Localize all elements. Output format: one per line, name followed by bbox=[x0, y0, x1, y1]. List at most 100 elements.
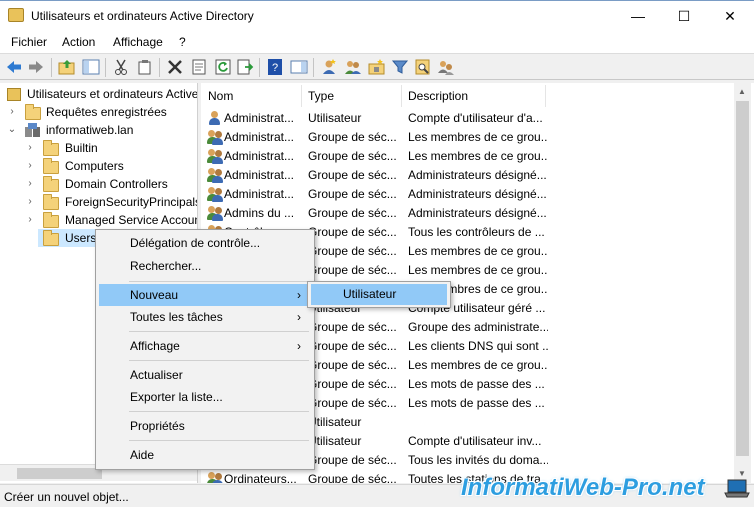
column-header-description[interactable]: Description bbox=[402, 85, 546, 107]
ctx-export[interactable]: Exporter la liste... bbox=[99, 386, 311, 408]
ctx-search[interactable]: Rechercher... bbox=[99, 255, 311, 277]
chevron-down-icon[interactable]: ⌄ bbox=[7, 125, 17, 135]
menu-affichage[interactable]: Affichage bbox=[113, 35, 163, 49]
menu-fichier[interactable]: Fichier bbox=[11, 35, 47, 49]
cell-description: Les membres de ce grou... bbox=[408, 244, 548, 258]
tree-item-managed-service-accounts[interactable]: › Managed Service Accounts bbox=[5, 211, 197, 229]
delete-icon[interactable] bbox=[166, 58, 184, 76]
folder-icon bbox=[43, 212, 59, 228]
context-menu: Délégation de contrôle... Rechercher... … bbox=[95, 229, 315, 470]
menu-help[interactable]: ? bbox=[179, 35, 186, 49]
tree-item-builtin[interactable]: › Builtin bbox=[5, 139, 195, 157]
table-row[interactable]: Administrat... Groupe de séc... Administra… bbox=[201, 185, 746, 204]
tree-label: Managed Service Accounts bbox=[65, 213, 197, 227]
back-arrow-icon[interactable] bbox=[5, 58, 23, 76]
tree-root[interactable]: Utilisateurs et ordinateurs Active Direc… bbox=[5, 85, 197, 103]
chevron-right-icon: › bbox=[297, 288, 301, 302]
table-row[interactable]: Admins du ... Groupe de séc... Administrat… bbox=[201, 204, 746, 223]
watermark-logo: InformatiWeb-Pro.net bbox=[461, 474, 705, 501]
list-vertical-scrollbar[interactable]: ▲ ▼ bbox=[734, 83, 751, 483]
table-row[interactable]: Administrat... Groupe de séc... Les membre… bbox=[201, 128, 746, 147]
tree-item-foreign-security-principals[interactable]: › ForeignSecurityPrincipals bbox=[5, 193, 197, 211]
forward-arrow-icon[interactable] bbox=[27, 58, 45, 76]
cell-description: Tous les contrôleurs de ... bbox=[408, 225, 545, 239]
laptop-logo-icon bbox=[724, 479, 750, 498]
ctx-all-tasks[interactable]: Toutes les tâches › bbox=[99, 306, 311, 328]
svg-text:?: ? bbox=[272, 62, 278, 74]
scrollbar-thumb[interactable] bbox=[17, 468, 102, 479]
ctx-new[interactable]: Nouveau › bbox=[99, 284, 311, 306]
window-title: Utilisateurs et ordinateurs Active Direc… bbox=[31, 9, 254, 23]
new-user-icon[interactable] bbox=[320, 58, 338, 76]
submenu-new-user[interactable]: Utilisateur bbox=[311, 284, 447, 305]
group-icon bbox=[207, 206, 223, 221]
cell-description: Les membres de ce grou... bbox=[408, 263, 548, 277]
maximize-button[interactable]: ☐ bbox=[661, 1, 707, 31]
menu-action[interactable]: Action bbox=[62, 35, 95, 49]
cell-name: Administrat... bbox=[224, 130, 295, 144]
folder-icon bbox=[43, 194, 59, 210]
cell-type: Groupe de séc... bbox=[308, 377, 396, 391]
ctx-properties[interactable]: Propriétés bbox=[99, 415, 311, 437]
column-header-name[interactable]: Nom bbox=[202, 85, 302, 107]
cell-description: Groupe des administrate... bbox=[408, 320, 548, 334]
close-button[interactable]: ✕ bbox=[707, 1, 753, 31]
help-icon[interactable]: ? bbox=[266, 58, 284, 76]
table-row[interactable]: Administrat... Utilisateur Compte d'utilis… bbox=[201, 109, 746, 128]
cell-type: Utilisateur bbox=[308, 111, 362, 125]
chevron-right-icon[interactable]: › bbox=[25, 161, 35, 171]
new-group-icon[interactable] bbox=[344, 58, 362, 76]
cell-name: Administrat... bbox=[224, 168, 295, 182]
tree-item-users[interactable]: Users bbox=[38, 229, 96, 247]
table-row[interactable]: Administrat... Groupe de séc... Les membre… bbox=[201, 147, 746, 166]
folder-icon bbox=[43, 230, 59, 246]
find-icon[interactable] bbox=[414, 58, 432, 76]
chevron-right-icon[interactable]: › bbox=[25, 179, 35, 189]
scrollbar-thumb[interactable] bbox=[736, 101, 749, 456]
scroll-up-icon[interactable]: ▲ bbox=[738, 87, 746, 96]
cell-description: Administrateurs désigné... bbox=[408, 187, 547, 201]
add-to-group-icon[interactable] bbox=[437, 58, 455, 76]
chevron-right-icon[interactable]: › bbox=[25, 143, 35, 153]
tree-item-domain[interactable]: ⌄ informatiweb.lan bbox=[5, 121, 195, 139]
minimize-button[interactable]: — bbox=[615, 1, 661, 31]
cell-description: Les membres de ce grou... bbox=[408, 130, 548, 144]
cell-type: Groupe de séc... bbox=[308, 396, 396, 410]
ctx-delegation[interactable]: Délégation de contrôle... bbox=[99, 232, 311, 254]
tree-item-domain-controllers[interactable]: › Domain Controllers bbox=[5, 175, 195, 193]
group-icon bbox=[207, 168, 223, 183]
export-list-icon[interactable] bbox=[236, 58, 254, 76]
action-pane-icon[interactable] bbox=[290, 58, 308, 76]
copy-icon[interactable] bbox=[136, 58, 154, 76]
ctx-view[interactable]: Affichage › bbox=[99, 335, 311, 357]
filter-icon[interactable] bbox=[391, 58, 409, 76]
refresh-icon[interactable] bbox=[214, 58, 232, 76]
chevron-right-icon[interactable]: › bbox=[25, 215, 35, 225]
tree-item-computers[interactable]: › Computers bbox=[5, 157, 195, 175]
chevron-right-icon[interactable]: › bbox=[25, 197, 35, 207]
status-text: Créer un nouvel objet... bbox=[4, 490, 129, 504]
domain-icon bbox=[25, 123, 40, 137]
cell-type: Groupe de séc... bbox=[308, 206, 396, 220]
group-icon bbox=[207, 149, 223, 164]
ctx-help[interactable]: Aide bbox=[99, 444, 311, 466]
show-tree-icon[interactable] bbox=[82, 58, 100, 76]
cell-description: Les clients DNS qui sont ... bbox=[408, 339, 548, 353]
chevron-right-icon[interactable]: › bbox=[7, 107, 17, 117]
column-header-type[interactable]: Type bbox=[302, 85, 402, 107]
table-row[interactable]: Administrat... Groupe de séc... Administra… bbox=[201, 166, 746, 185]
new-submenu: Utilisateur bbox=[307, 281, 451, 308]
cell-type: Groupe de séc... bbox=[308, 225, 396, 239]
group-icon bbox=[207, 130, 223, 145]
cell-type: Groupe de séc... bbox=[308, 263, 396, 277]
tree-item-saved-queries[interactable]: › Requêtes enregistrées bbox=[5, 103, 195, 121]
up-folder-icon[interactable] bbox=[58, 58, 76, 76]
tree-label: Computers bbox=[65, 159, 124, 173]
cut-icon[interactable] bbox=[112, 58, 130, 76]
cell-description: Compte d'utilisateur d'a... bbox=[408, 111, 543, 125]
new-ou-icon[interactable] bbox=[368, 58, 386, 76]
properties-icon[interactable] bbox=[190, 58, 208, 76]
ctx-refresh[interactable]: Actualiser bbox=[99, 364, 311, 386]
menu-bar: Fichier Action Affichage ? bbox=[0, 31, 754, 53]
scroll-down-icon[interactable]: ▼ bbox=[738, 469, 746, 478]
